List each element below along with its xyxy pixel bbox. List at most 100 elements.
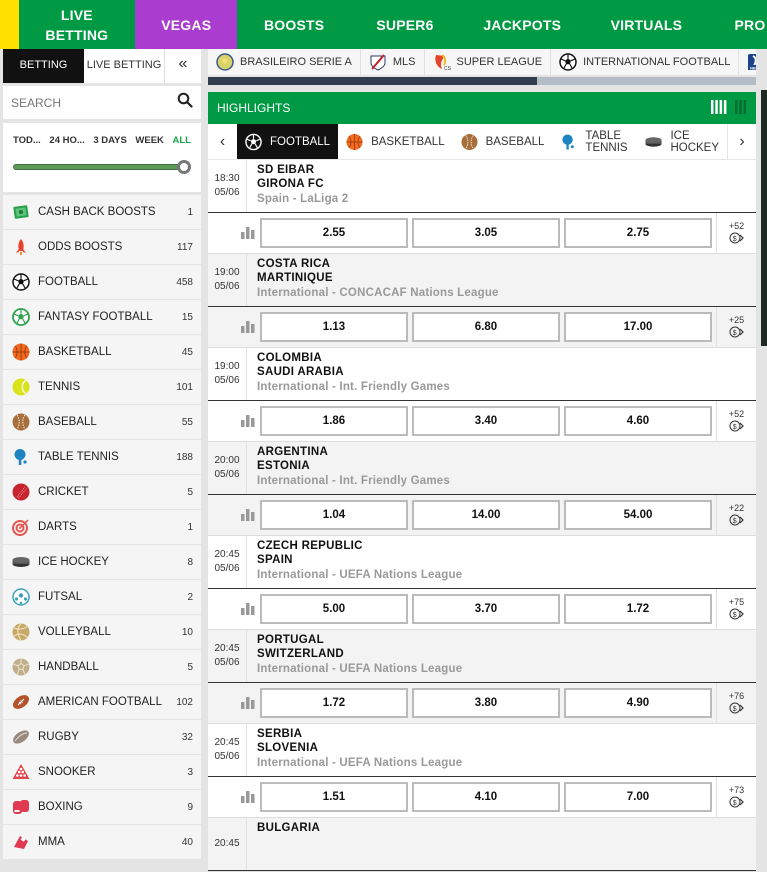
more-markets-button[interactable]: +52 $ xyxy=(716,213,756,253)
tab-betting[interactable]: BETTING xyxy=(3,49,84,83)
away-odds-button[interactable]: 54.00 xyxy=(564,500,712,530)
sport-tab-ice-hockey[interactable]: ICE HOCKEY xyxy=(637,124,727,159)
nav-super6[interactable]: SUPER6 xyxy=(351,0,459,49)
sidebar-sport-handball[interactable]: HANDBALL 5 xyxy=(3,649,201,684)
tab-live-betting[interactable]: LIVE BETTING xyxy=(84,49,165,83)
league-scrollbar-thumb[interactable] xyxy=(208,77,537,85)
more-markets-button[interactable]: +52 $ xyxy=(716,401,756,441)
period-3-days[interactable]: 3 DAYS xyxy=(93,135,126,146)
home-odds-button[interactable]: 1.04 xyxy=(260,500,408,530)
away-odds-button[interactable]: 2.75 xyxy=(564,218,712,248)
slider-thumb[interactable] xyxy=(177,160,191,174)
draw-odds-button[interactable]: 3.05 xyxy=(412,218,560,248)
home-odds-button[interactable]: 2.55 xyxy=(260,218,408,248)
view-wide-icon[interactable] xyxy=(711,99,727,117)
event-info[interactable]: 18:30 05/06 SD EIBAR GIRONA FC Spain - LaLig… xyxy=(208,160,756,213)
draw-odds-button[interactable]: 6.80 xyxy=(412,312,560,342)
sidebar-sport-cash-back-boosts[interactable]: CASH BACK BOOSTS 1 xyxy=(3,194,201,229)
home-odds-button[interactable]: 5.00 xyxy=(260,594,408,624)
nav-jackpots[interactable]: JACKPOTS xyxy=(459,0,585,49)
event-info[interactable]: 20:00 05/06 ARGENTINA ESTONIA International … xyxy=(208,442,756,495)
sport-tab-basketball[interactable]: BASKETBALL xyxy=(338,124,453,159)
event-info[interactable]: 20:45 05/06 PORTUGAL SWITZERLAND Internation… xyxy=(208,630,756,683)
event-info[interactable]: 20:45 05/06 CZECH REPUBLIC SPAIN Internation… xyxy=(208,536,756,589)
draw-odds-button[interactable]: 3.40 xyxy=(412,406,560,436)
period-all[interactable]: ALL xyxy=(173,135,191,146)
sidebar-sport-snooker[interactable]: SNOOKER 3 xyxy=(3,754,201,789)
sport-tabs-prev-button[interactable]: ‹ xyxy=(208,124,237,159)
draw-odds-button[interactable]: 14.00 xyxy=(412,500,560,530)
sidebar-sport-boxing[interactable]: BOXING 9 xyxy=(3,789,201,824)
view-compact-icon[interactable] xyxy=(735,99,747,117)
sidebar-sport-volleyball[interactable]: VOLLEYBALL 10 xyxy=(3,614,201,649)
league-international-football[interactable]: INTERNATIONAL FOOTBALL xyxy=(551,49,740,75)
league-scrollbar[interactable] xyxy=(208,77,756,85)
more-markets-button[interactable]: +22 $ xyxy=(716,495,756,535)
home-odds-button[interactable]: 1.13 xyxy=(260,312,408,342)
sport-tab-football[interactable]: FOOTBALL xyxy=(237,124,339,159)
event-info[interactable]: 20:45 BULGARIA xyxy=(208,818,756,871)
league-brasileiro-serie-a[interactable]: BRASILEIRO SERIE A xyxy=(208,49,361,75)
sidebar-sport-fantasy-football[interactable]: FANTASY FOOTBALL 15 xyxy=(3,299,201,334)
nav-live-betting[interactable]: LIVE BETTING xyxy=(19,0,135,49)
more-markets-button[interactable]: +75 $ xyxy=(716,589,756,629)
stats-icon[interactable] xyxy=(208,697,260,709)
stats-icon[interactable] xyxy=(208,227,260,239)
event-info[interactable]: 19:00 05/06 COLOMBIA SAUDI ARABIA Internatio… xyxy=(208,348,756,401)
sport-tab-table-tennis[interactable]: TABLE TENNIS xyxy=(552,124,637,159)
home-odds-button[interactable]: 1.72 xyxy=(260,688,408,718)
search-input[interactable] xyxy=(11,95,161,110)
event-info[interactable]: 20:45 05/06 SERBIA SLOVENIA International - … xyxy=(208,724,756,777)
stats-icon[interactable] xyxy=(208,321,260,333)
period-slider[interactable] xyxy=(13,160,191,174)
period-week[interactable]: WEEK xyxy=(135,135,164,146)
home-odds-button[interactable]: 1.86 xyxy=(260,406,408,436)
league-label: MLS xyxy=(392,56,416,68)
more-markets-button[interactable]: +73 $ xyxy=(716,777,756,817)
league-mls[interactable]: MLS xyxy=(361,49,425,75)
league-nba[interactable]: NBANBA xyxy=(739,49,756,75)
sidebar-sport-table-tennis[interactable]: TABLE TENNIS 188 xyxy=(3,439,201,474)
draw-odds-button[interactable]: 3.70 xyxy=(412,594,560,624)
nav-promotions[interactable]: PRO xyxy=(707,0,767,49)
draw-odds-button[interactable]: 3.80 xyxy=(412,688,560,718)
home-odds-button[interactable]: 1.51 xyxy=(260,782,408,812)
stats-icon[interactable] xyxy=(208,603,260,615)
stats-icon[interactable] xyxy=(208,791,260,803)
nav-vegas[interactable]: VEGAS xyxy=(134,0,238,49)
stats-icon[interactable] xyxy=(208,509,260,521)
sidebar-sport-darts[interactable]: DARTS 1 xyxy=(3,509,201,544)
sidebar-sport-football[interactable]: FOOTBALL 458 xyxy=(3,264,201,299)
sidebar-sport-ice-hockey[interactable]: ICE HOCKEY 8 xyxy=(3,544,201,579)
collapse-sidebar-button[interactable]: « xyxy=(165,49,201,83)
nav-boosts[interactable]: BOOSTS xyxy=(237,0,350,49)
away-odds-button[interactable]: 17.00 xyxy=(564,312,712,342)
league-super-league[interactable]: CSL SUPER LEAGUE xyxy=(425,49,552,75)
sidebar-sport-baseball[interactable]: BASEBALL 55 xyxy=(3,404,201,439)
stats-icon[interactable] xyxy=(208,415,260,427)
draw-odds-button[interactable]: 4.10 xyxy=(412,782,560,812)
sport-tabs-next-button[interactable]: › xyxy=(727,124,756,159)
more-markets-button[interactable]: +76 $ xyxy=(716,683,756,723)
nav-virtuals[interactable]: VIRTUALS xyxy=(585,0,707,49)
away-odds-button[interactable]: 4.90 xyxy=(564,688,712,718)
search-icon[interactable] xyxy=(177,92,193,113)
sidebar-sport-rugby[interactable]: RUGBY 32 xyxy=(3,719,201,754)
away-odds-button[interactable]: 7.00 xyxy=(564,782,712,812)
csl-icon: CSL xyxy=(433,53,451,71)
sport-tab-baseball[interactable]: BASEBALL xyxy=(453,124,553,159)
more-markets-button[interactable]: +25 $ xyxy=(716,307,756,347)
away-odds-button[interactable]: 1.72 xyxy=(564,594,712,624)
sidebar-sport-mma[interactable]: MMA 40 xyxy=(3,824,201,859)
away-odds-button[interactable]: 4.60 xyxy=(564,406,712,436)
sidebar-sport-tennis[interactable]: TENNIS 101 xyxy=(3,369,201,404)
sidebar-sport-basketball[interactable]: BASKETBALL 45 xyxy=(3,334,201,369)
period-24-hours[interactable]: 24 HO... xyxy=(49,135,84,146)
sidebar-sport-odds-boosts[interactable]: ODDS BOOSTS 117 xyxy=(3,229,201,264)
page-scrollbar[interactable] xyxy=(761,90,767,346)
sidebar-sport-cricket[interactable]: CRICKET 5 xyxy=(3,474,201,509)
sidebar-sport-american-football[interactable]: AMERICAN FOOTBALL 102 xyxy=(3,684,201,719)
period-today[interactable]: TOD... xyxy=(13,135,41,146)
event-info[interactable]: 19:00 05/06 COSTA RICA MARTINIQUE Internatio… xyxy=(208,254,756,307)
sidebar-sport-futsal[interactable]: FUTSAL 2 xyxy=(3,579,201,614)
